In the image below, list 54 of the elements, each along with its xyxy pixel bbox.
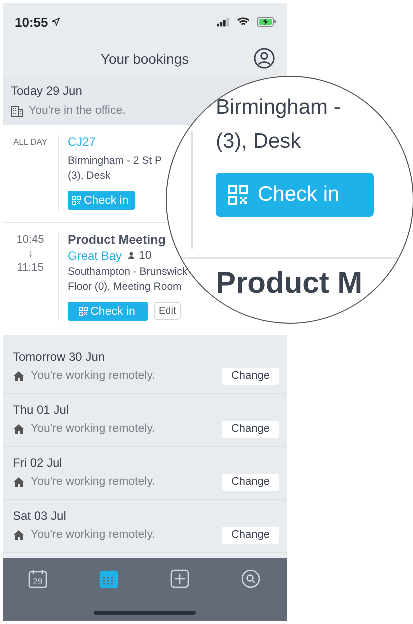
location-text: Floor (0), Meeting Room: [68, 280, 182, 295]
change-button[interactable]: Change: [222, 368, 279, 384]
booking-time: ↓: [28, 247, 34, 261]
change-button[interactable]: Change: [222, 420, 279, 438]
desk-link[interactable]: CJ27: [68, 135, 96, 149]
room-link[interactable]: Great Bay: [68, 249, 122, 263]
work-status: You're in the office.: [29, 105, 126, 117]
work-status: You're working remotely.: [31, 423, 156, 435]
search-tab[interactable]: [240, 569, 262, 591]
zoomed-meeting-title: Product M: [216, 267, 363, 301]
calendar-tab[interactable]: [98, 569, 120, 591]
day-heading: Fri 02 Jul: [13, 456, 64, 470]
battery-charging-icon: [257, 17, 277, 27]
booking-time: 11:15: [17, 261, 44, 275]
zoomed-location-text: Birmingham -: [216, 95, 341, 121]
signal-icon: [217, 18, 230, 26]
work-status: You're working remotely.: [31, 476, 156, 488]
booking-time: 10:45: [16, 233, 44, 247]
qr-code-icon: [72, 196, 81, 205]
check-in-button[interactable]: Check in: [68, 302, 148, 321]
house-icon: [13, 530, 25, 540]
booking-time: ALL DAY: [13, 137, 48, 147]
location-text: Birmingham - 2 St P: [68, 154, 162, 169]
change-button[interactable]: Change: [222, 474, 279, 490]
change-button[interactable]: Change: [222, 526, 279, 544]
work-status: You're working remotely.: [31, 529, 156, 541]
day-heading: Thu 01 Jul: [13, 403, 70, 417]
day-heading: Sat 03 Jul: [13, 509, 68, 523]
capacity-count: 10: [139, 250, 152, 262]
qr-code-icon: [228, 185, 248, 205]
location-text: Southampton - Brunswick: [68, 265, 188, 280]
qr-code-icon: [78, 307, 88, 316]
person-icon: [128, 252, 136, 260]
building-icon: [11, 106, 23, 116]
day-number: 29: [32, 576, 42, 586]
house-icon: [13, 370, 25, 382]
day-heading: Today 29 Jun: [11, 84, 84, 98]
profile-icon[interactable]: [254, 48, 275, 69]
add-tab[interactable]: [170, 569, 192, 591]
location-text: (3), Desk: [68, 169, 111, 184]
house-icon: [13, 424, 25, 434]
location-arrow-icon: [52, 18, 60, 26]
day-calendar-tab[interactable]: 29: [28, 569, 50, 591]
check-in-button[interactable]: Check in: [68, 191, 135, 210]
meeting-title: Product Meeting: [68, 233, 166, 247]
day-heading: Tomorrow 30 Jun: [13, 350, 106, 364]
edit-button[interactable]: Edit: [154, 302, 182, 320]
zoomed-location-text: (3), Desk: [216, 129, 302, 155]
zoomed-check-in-button[interactable]: Check in: [216, 173, 374, 217]
clock-time: 10:55: [15, 14, 48, 30]
page-title: Your bookings: [100, 51, 190, 67]
house-icon: [13, 476, 25, 488]
work-status: You're working remotely.: [31, 370, 156, 382]
wifi-icon: [237, 17, 250, 27]
